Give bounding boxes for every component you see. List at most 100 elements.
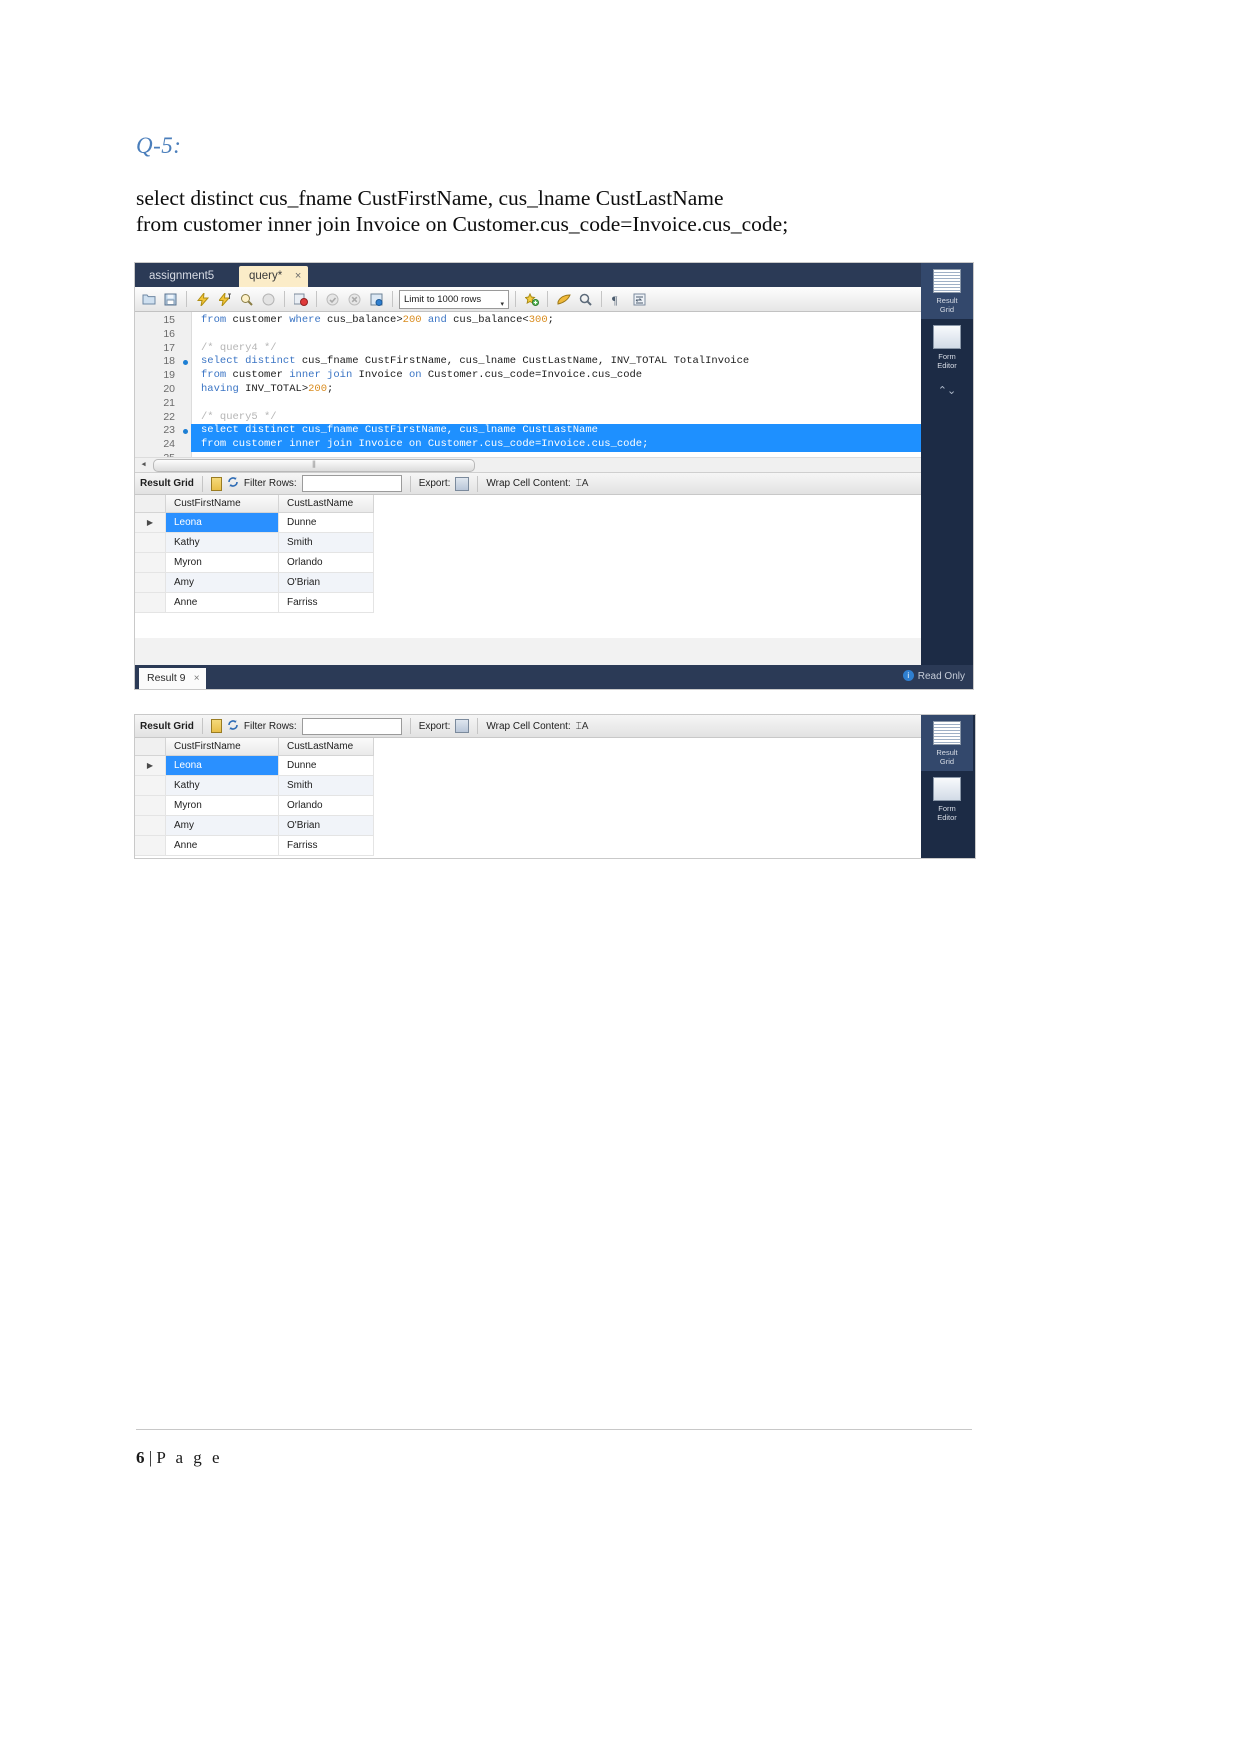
invisible-chars-icon[interactable]: ¶ (608, 290, 627, 309)
editor-line-number: 21 (135, 397, 191, 411)
toggle-snippet-icon[interactable] (554, 290, 573, 309)
column-header[interactable]: CustFirstName (165, 495, 279, 513)
table-cell[interactable]: Leona (165, 512, 279, 533)
table-row[interactable]: ▶ Leona Dunne (135, 755, 374, 776)
table-row[interactable]: Myron Orlando (135, 795, 374, 816)
find-icon[interactable] (576, 290, 595, 309)
table-cell[interactable]: Farriss (278, 835, 374, 856)
result-tab[interactable]: Result 9 × (139, 668, 206, 689)
editor-code-line[interactable]: from customer where cus_balance>200 and … (191, 314, 959, 328)
code-token: select distinct cus_fname CustFirstName,… (201, 424, 598, 437)
commit-icon[interactable] (323, 290, 342, 309)
wrap-lines-icon[interactable] (630, 290, 649, 309)
editor-code-line[interactable] (191, 397, 959, 411)
table-cell[interactable]: Anne (165, 592, 279, 613)
table-row[interactable]: Amy O'Brian (135, 572, 374, 593)
column-header[interactable]: CustFirstName (165, 738, 279, 756)
refresh-icon[interactable] (227, 719, 239, 734)
scroll-left-icon[interactable]: ◀ (137, 458, 150, 472)
table-cell[interactable]: Anne (165, 835, 279, 856)
close-icon[interactable]: × (295, 266, 301, 287)
table-row[interactable]: ▶ Leona Dunne (135, 512, 374, 533)
export-icon[interactable] (455, 719, 470, 733)
table-cell[interactable]: Amy (165, 815, 279, 836)
table-cell[interactable]: Kathy (165, 532, 279, 553)
result-grid-table-container[interactable]: CustFirstName CustLastName ▶ Leona Dunne Kat… (135, 495, 973, 638)
code-token: and (421, 314, 454, 326)
column-header[interactable]: CustLastName (278, 495, 374, 513)
table-row[interactable]: Kathy Smith (135, 775, 374, 796)
editor-horizontal-scrollbar[interactable]: ◀ ‖ ▶ (135, 457, 973, 472)
execute-current-statement-icon[interactable] (215, 290, 234, 309)
save-icon[interactable] (161, 290, 180, 309)
explain-query-icon[interactable] (237, 290, 256, 309)
horizontal-scroll-thumb[interactable]: ‖ (153, 459, 475, 472)
export-label: Export: (418, 478, 451, 489)
editor-code-line[interactable]: from customer inner join Invoice on Cust… (191, 438, 959, 452)
editor-code-line[interactable]: /* query4 */ (191, 342, 959, 356)
filter-rows-input-2[interactable] (301, 717, 402, 735)
table-cell[interactable]: Kathy (165, 775, 279, 796)
table-cell[interactable]: Amy (165, 572, 279, 593)
table-cell[interactable]: O'Brian (278, 815, 374, 836)
view-form-editor-label-2: Editor (937, 813, 957, 822)
tab-assignment5[interactable]: assignment5 (139, 266, 224, 287)
row-limit-select[interactable]: Limit to 1000 rows ▾ (399, 289, 509, 309)
table-row[interactable]: Anne Farriss (135, 835, 374, 856)
stop-on-error-icon[interactable] (291, 290, 310, 309)
stop-icon[interactable] (259, 290, 278, 309)
refresh-icon[interactable] (227, 476, 239, 491)
table-cell[interactable]: Farriss (278, 592, 374, 613)
view-form-editor-button-2[interactable]: Form Editor (921, 771, 973, 827)
table-cell[interactable]: Myron (165, 552, 279, 573)
editor-code-line[interactable]: select distinct cus_fname CustFirstName,… (191, 424, 959, 439)
table-cell[interactable]: Dunne (278, 755, 374, 776)
table-cell[interactable]: Dunne (278, 512, 374, 533)
line-number: 17 (163, 341, 175, 354)
editor-code-line[interactable]: having INV_TOTAL>200; (191, 383, 959, 397)
line-number: 15 (163, 314, 175, 326)
table-row[interactable]: Kathy Smith (135, 532, 374, 553)
execute-icon[interactable] (193, 290, 212, 309)
editor-code-line[interactable]: select distinct cus_fname CustFirstName,… (191, 355, 959, 369)
filter-rows-input[interactable] (301, 475, 402, 492)
table-cell[interactable]: O'Brian (278, 572, 374, 593)
wrap-cell-icon[interactable]: ⌶A (576, 478, 589, 489)
view-result-grid-button[interactable]: Result Grid (921, 263, 973, 319)
editor-code-line[interactable] (191, 328, 959, 342)
grid-icon[interactable] (210, 476, 222, 491)
table-cell[interactable]: Myron (165, 795, 279, 816)
table-cell[interactable]: Smith (278, 775, 374, 796)
close-icon[interactable]: × (194, 668, 200, 689)
table-cell[interactable]: Smith (278, 532, 374, 553)
table-cell[interactable]: Leona (165, 755, 279, 776)
table-cell[interactable]: Orlando (278, 552, 374, 573)
view-result-grid-label-2: Grid (939, 305, 955, 314)
export-icon[interactable] (455, 476, 470, 491)
table-row[interactable]: Myron Orlando (135, 552, 374, 573)
breakpoint-icon[interactable] (183, 359, 188, 365)
rollback-icon[interactable] (345, 290, 364, 309)
view-result-grid-button-2[interactable]: Result Grid (921, 715, 973, 771)
wrap-cell-icon[interactable]: ⌶A (576, 721, 589, 732)
sql-code-editor[interactable]: 151617181920212223242526 from customer w… (135, 312, 973, 473)
editor-code-line[interactable]: from customer inner join Invoice on Cust… (191, 369, 959, 383)
beautify-icon[interactable] (522, 290, 541, 309)
table-row[interactable]: Anne Farriss (135, 592, 374, 613)
grid-icon[interactable] (210, 719, 222, 733)
toolbar-divider (392, 291, 393, 307)
chevron-updown-icon[interactable]: ⌃⌄ (921, 375, 973, 406)
editor-code-line[interactable]: /* query5 */ (191, 411, 959, 425)
result-grid-table-container-2[interactable]: CustFirstName CustLastName ▶ Leona Dunne Kat… (135, 738, 975, 858)
row-marker-header (135, 495, 166, 513)
code-token: cus_fname CustFirstName, cus_lname CustL… (301, 355, 750, 368)
open-folder-icon[interactable] (139, 290, 158, 309)
tab-query[interactable]: query* × (239, 266, 309, 287)
column-header[interactable]: CustLastName (278, 738, 374, 756)
autocommit-icon[interactable] (367, 290, 386, 309)
editor-code-lines[interactable]: from customer where cus_balance>200 and … (191, 314, 959, 472)
table-cell[interactable]: Orlando (278, 795, 374, 816)
view-form-editor-button[interactable]: Form Editor (921, 319, 973, 375)
table-row[interactable]: Amy O'Brian (135, 815, 374, 836)
breakpoint-icon[interactable] (183, 428, 188, 434)
